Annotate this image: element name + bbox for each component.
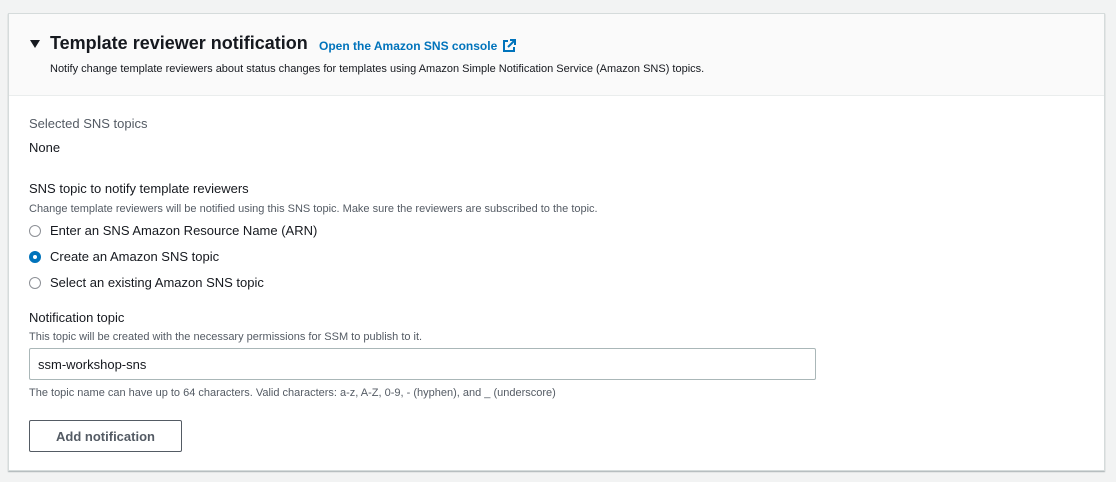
radio-label[interactable]: Create an Amazon SNS topic xyxy=(50,249,219,264)
section-title[interactable]: Template reviewer notification xyxy=(50,33,308,54)
open-sns-console-label: Open the Amazon SNS console xyxy=(319,39,498,53)
open-sns-console-link[interactable]: Open the Amazon SNS console xyxy=(319,39,517,53)
topic-choice-label: SNS topic to notify template reviewers xyxy=(29,181,249,196)
topic-name-constraint: The topic name can have up to 64 charact… xyxy=(29,387,556,399)
radio-option-arn[interactable]: Enter an SNS Amazon Resource Name (ARN) xyxy=(29,223,317,238)
selected-topics-label: Selected SNS topics xyxy=(29,116,148,131)
external-link-icon xyxy=(503,39,517,52)
notification-topic-input[interactable] xyxy=(29,348,816,380)
reviewer-notification-panel: Template reviewer notification Open the … xyxy=(8,13,1105,471)
radio-button[interactable] xyxy=(29,276,41,289)
notification-topic-label: Notification topic xyxy=(29,310,125,325)
radio-label[interactable]: Select an existing Amazon SNS topic xyxy=(50,275,264,290)
panel-header: Template reviewer notification Open the … xyxy=(9,14,1104,96)
selected-topics-value: None xyxy=(29,140,61,155)
topic-choice-description: Change template reviewers will be notifi… xyxy=(29,203,598,215)
add-notification-button[interactable]: Add notification xyxy=(29,420,182,452)
caret-down-icon[interactable] xyxy=(30,40,40,48)
section-description: Notify change template reviewers about s… xyxy=(50,63,705,75)
radio-button[interactable] xyxy=(29,224,41,237)
radio-button-selected[interactable] xyxy=(29,250,41,263)
radio-option-existing[interactable]: Select an existing Amazon SNS topic xyxy=(29,275,264,290)
radio-option-create[interactable]: Create an Amazon SNS topic xyxy=(29,249,219,264)
notification-topic-description: This topic will be created with the nece… xyxy=(29,331,423,343)
radio-label[interactable]: Enter an SNS Amazon Resource Name (ARN) xyxy=(50,223,317,238)
